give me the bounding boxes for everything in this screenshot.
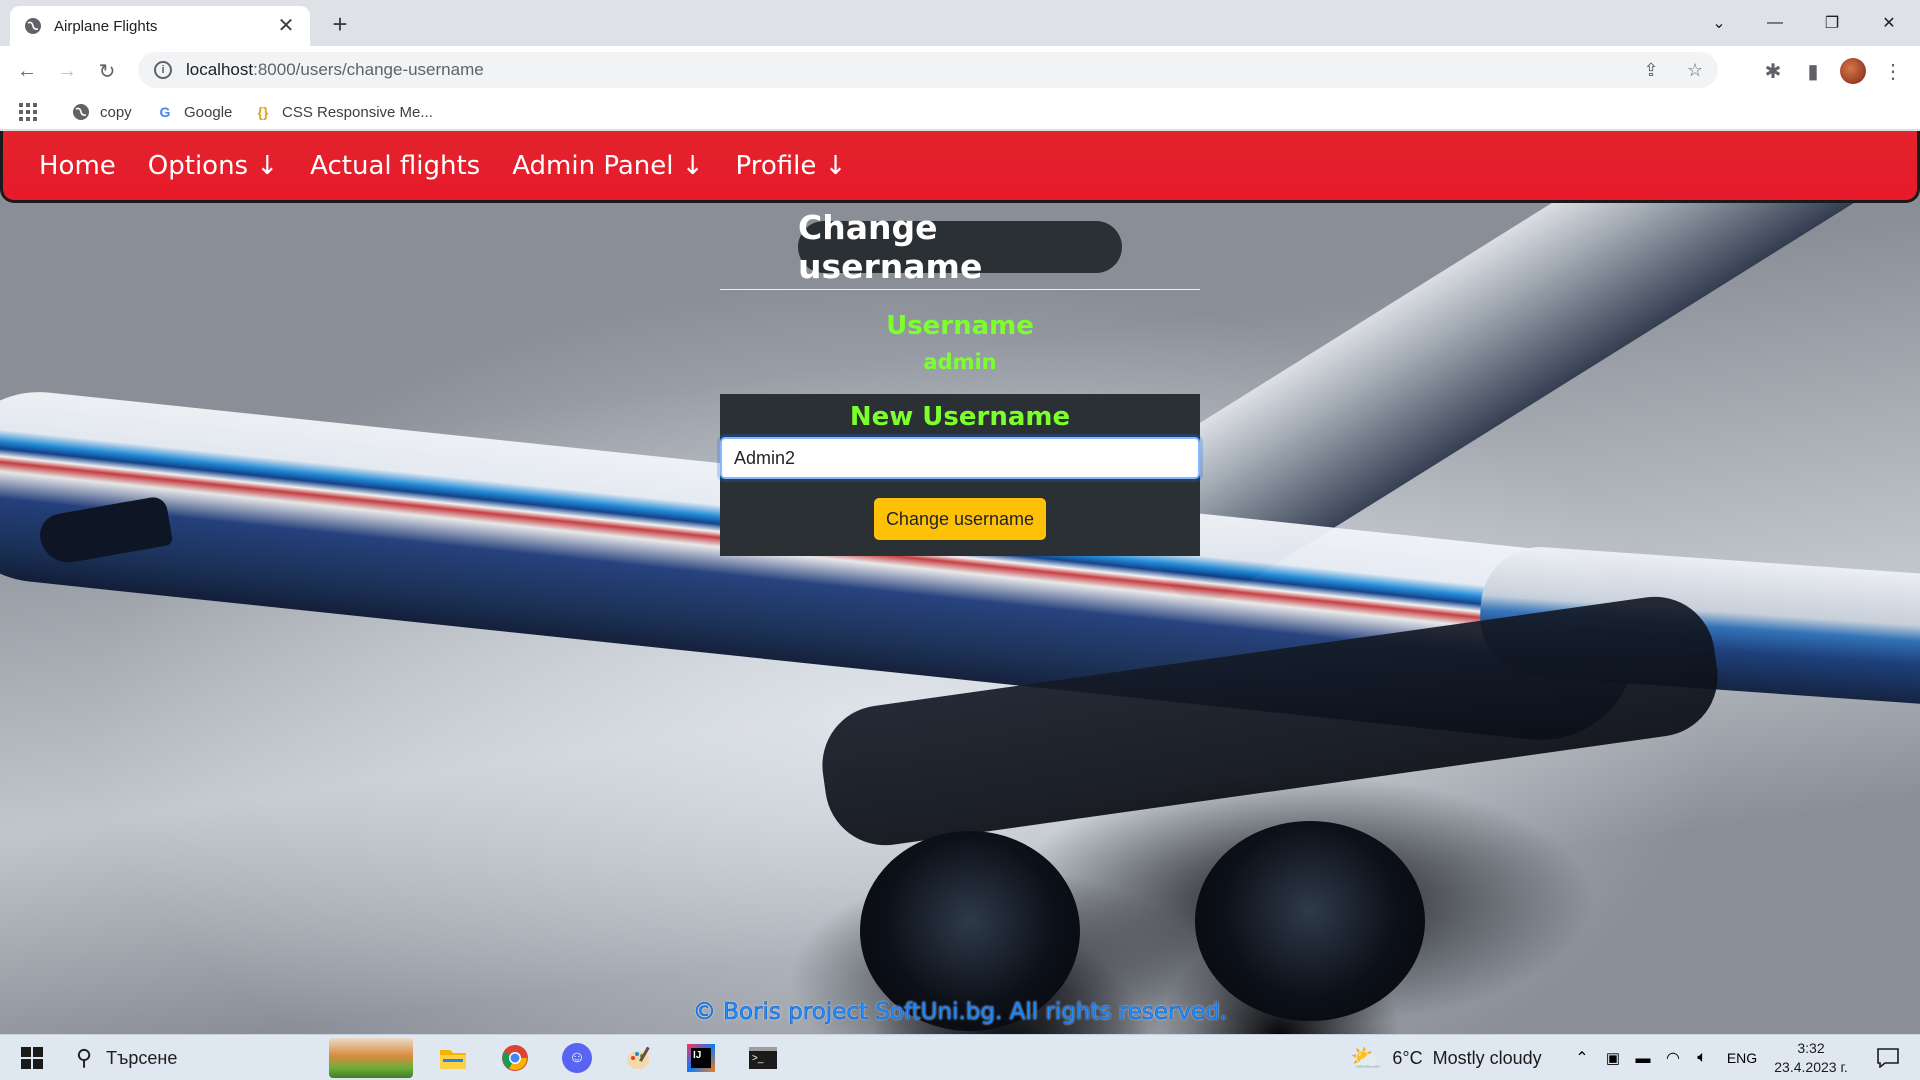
notifications-icon[interactable] — [1864, 1035, 1912, 1080]
bookmark-css-responsive[interactable]: {} CSS Responsive Me... — [254, 101, 433, 123]
url-path: :8000/users/change-username — [253, 60, 484, 79]
device-icon[interactable]: ▣ — [1600, 1035, 1626, 1080]
taskbar-clock[interactable]: 3:32 23.4.2023 г. — [1766, 1039, 1856, 1077]
discord-icon[interactable]: ☺ — [552, 1035, 602, 1080]
google-icon: G — [159, 104, 171, 120]
globe-icon — [72, 103, 90, 121]
start-button[interactable] — [8, 1035, 56, 1080]
new-username-input[interactable] — [720, 437, 1200, 479]
tab-strip: Airplane Flights ✕ + ⌄ — ❐ ✕ — [0, 0, 1920, 46]
bookmark-star-icon[interactable]: ☆ — [1680, 55, 1710, 85]
nav-actual-flights[interactable]: Actual flights — [310, 151, 480, 181]
language-label: ENG — [1726, 1050, 1758, 1066]
bookmark-label: Google — [184, 103, 233, 121]
battery-icon[interactable]: ▬ — [1630, 1035, 1656, 1080]
braces-icon: {} — [257, 104, 269, 120]
windows-taskbar: ⚲ Търсене ☺ IJ >_ ⛅ 6°C Mostly cloudy ⌃ … — [0, 1034, 1920, 1080]
search-icon: ⚲ — [76, 1045, 93, 1070]
search-placeholder: Търсене — [106, 1047, 178, 1068]
page-title: Change username — [798, 208, 1122, 286]
nav-options[interactable]: Options ↓ — [148, 151, 278, 181]
close-tab-icon[interactable]: ✕ — [276, 16, 296, 36]
change-username-button[interactable]: Change username — [874, 498, 1046, 540]
bookmark-copy[interactable]: copy — [72, 101, 132, 123]
globe-icon — [25, 18, 41, 34]
chrome-icon[interactable] — [490, 1035, 540, 1080]
forward-icon[interactable]: → — [52, 56, 82, 86]
browser-toolbar: ← → ↻ i localhost:8000/users/change-user… — [0, 46, 1920, 94]
background-airplane-engine — [1195, 821, 1425, 1021]
reload-icon[interactable]: ↻ — [92, 56, 122, 86]
search-highlight-image — [326, 1035, 416, 1080]
apps-grid-icon[interactable] — [18, 101, 38, 123]
clock-date: 23.4.2023 г. — [1774, 1059, 1848, 1075]
restore-icon[interactable]: ❐ — [1805, 0, 1859, 46]
file-explorer-icon[interactable] — [428, 1035, 478, 1080]
clock-time: 3:32 — [1797, 1040, 1825, 1056]
tab-search-icon[interactable]: ⌄ — [1692, 0, 1746, 46]
input-language[interactable]: ENG — [1722, 1035, 1762, 1080]
site-footer: © Boris project SoftUni.bg. All rights r… — [692, 999, 1228, 1026]
wifi-icon[interactable]: ◠ — [1660, 1035, 1686, 1080]
nav-home[interactable]: Home — [39, 151, 116, 181]
profile-avatar[interactable] — [1838, 56, 1868, 86]
partly-cloudy-icon: ⛅ — [1350, 1042, 1383, 1073]
browser-tab[interactable]: Airplane Flights ✕ — [10, 6, 310, 46]
volume-icon[interactable]: 🔈︎ — [1688, 1035, 1716, 1080]
chevron-up-icon[interactable]: ⌃ — [1570, 1035, 1594, 1080]
menu-icon[interactable]: ⋮ — [1878, 56, 1908, 86]
current-username-value: admin — [923, 350, 997, 374]
nav-admin-panel[interactable]: Admin Panel ↓ — [512, 151, 703, 181]
new-tab-button[interactable]: + — [326, 10, 354, 38]
bookmark-label: copy — [100, 103, 132, 121]
side-panel-icon[interactable]: ▮ — [1798, 56, 1828, 86]
address-bar[interactable]: i localhost:8000/users/change-username ⇪… — [138, 52, 1718, 88]
weather-desc: Mostly cloudy — [1432, 1047, 1542, 1068]
weather-temp: 6°C — [1392, 1047, 1423, 1068]
share-icon[interactable]: ⇪ — [1636, 55, 1666, 85]
bookmark-google[interactable]: G Google — [156, 101, 233, 123]
site-info-icon[interactable]: i — [154, 61, 172, 79]
url-host: localhost — [186, 60, 254, 79]
intellij-icon[interactable]: IJ — [676, 1035, 726, 1080]
site-navbar: Home Options ↓ Actual flights Admin Pane… — [0, 131, 1920, 203]
terminal-icon[interactable]: >_ — [738, 1035, 788, 1080]
new-username-label: New Username — [849, 402, 1071, 432]
paint-icon[interactable] — [614, 1035, 664, 1080]
back-icon[interactable]: ← — [12, 56, 42, 86]
weather-widget[interactable]: ⛅ 6°C Mostly cloudy — [1350, 1035, 1550, 1080]
nav-profile[interactable]: Profile ↓ — [736, 151, 847, 181]
minimize-icon[interactable]: — — [1748, 0, 1802, 46]
close-window-icon[interactable]: ✕ — [1862, 0, 1916, 46]
current-username-label: Username — [886, 311, 1034, 341]
tab-title: Airplane Flights — [54, 17, 158, 35]
title-divider — [720, 289, 1200, 290]
bookmarks-bar: copy G Google {} CSS Responsive Me... — [0, 94, 1920, 130]
bookmark-label: CSS Responsive Me... — [282, 103, 433, 121]
page-viewport: Home Options ↓ Actual flights Admin Pane… — [0, 131, 1920, 1034]
change-username-form: New Username Change username — [720, 394, 1200, 556]
extensions-icon[interactable]: ✱ — [1758, 56, 1788, 86]
